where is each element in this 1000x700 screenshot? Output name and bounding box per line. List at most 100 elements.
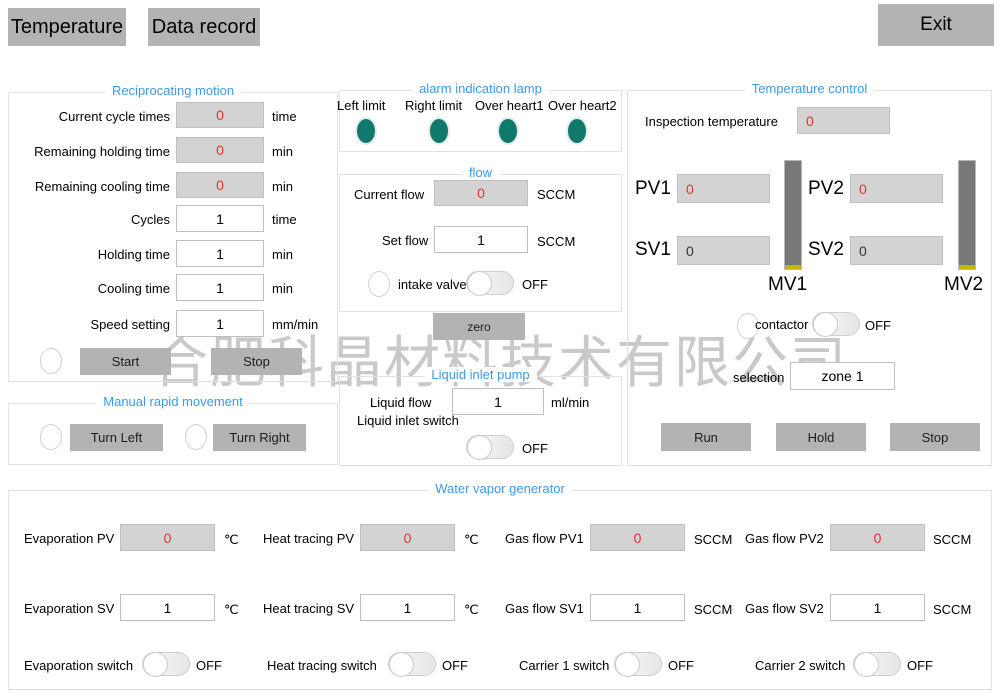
heat-tracing-sv-unit: ℃ <box>464 602 479 618</box>
mv1-bar-gauge <box>784 160 802 270</box>
reciprocating-motion-title: Reciprocating motion <box>105 83 241 98</box>
intake-valve-toggle[interactable] <box>466 271 514 295</box>
cycles-input[interactable]: 1 <box>176 205 264 232</box>
carrier1-switch-state: OFF <box>668 658 694 673</box>
evaporation-switch-state: OFF <box>196 658 222 673</box>
remaining-cooling-time-unit: min <box>272 179 293 194</box>
heat-tracing-switch-label: Heat tracing switch <box>267 658 377 673</box>
temp-stop-button[interactable]: Stop <box>890 423 980 451</box>
speed-setting-label: Speed setting <box>20 317 170 332</box>
intake-valve-indicator-lamp <box>368 271 390 297</box>
remaining-holding-time-label: Remaining holding time <box>10 144 170 159</box>
turn-right-button[interactable]: Turn Right <box>213 424 306 451</box>
cooling-time-input[interactable]: 1 <box>176 274 264 301</box>
pv2-label: PV2 <box>808 178 844 200</box>
heat-tracing-switch-toggle[interactable] <box>388 652 436 676</box>
reciprocating-motion-panel: Reciprocating motion <box>8 92 338 382</box>
zero-button[interactable]: zero <box>433 313 525 340</box>
heat-tracing-switch-state: OFF <box>442 658 468 673</box>
temperature-control-title: Temperature control <box>745 81 875 96</box>
current-cycle-times-label: Current cycle times <box>20 109 170 124</box>
alarm-lamp-over-heart1 <box>497 117 519 145</box>
selection-dropdown[interactable]: zone 1 <box>790 362 895 390</box>
holding-time-unit: min <box>272 247 293 262</box>
set-flow-input[interactable]: 1 <box>434 226 528 253</box>
pv1-label: PV1 <box>635 178 671 200</box>
evaporation-sv-input[interactable]: 1 <box>120 594 215 621</box>
carrier2-switch-label: Carrier 2 switch <box>755 658 845 673</box>
turn-left-button[interactable]: Turn Left <box>70 424 163 451</box>
current-cycle-times-value: 0 <box>176 102 264 128</box>
alarm-label-right-limit: Right limit <box>405 98 462 113</box>
gas-flow-pv1-value: 0 <box>590 524 685 551</box>
heat-tracing-pv-unit: ℃ <box>464 532 479 548</box>
exit-button[interactable]: Exit <box>878 4 994 46</box>
heat-tracing-pv-label: Heat tracing PV <box>263 531 354 546</box>
tab-temperature[interactable]: Temperature <box>8 8 126 46</box>
application-window: 合肥科晶材料技术有限公司 Temperature Data record Exi… <box>0 0 1000 700</box>
alarm-label-left-limit: Left limit <box>337 98 385 113</box>
temperature-control-panel: Temperature control <box>627 90 992 466</box>
liquid-flow-unit: ml/min <box>551 395 589 410</box>
gas-flow-pv1-unit: SCCM <box>694 532 732 547</box>
carrier2-switch-toggle[interactable] <box>853 652 901 676</box>
gas-flow-sv2-unit: SCCM <box>933 602 971 617</box>
holding-time-input[interactable]: 1 <box>176 240 264 267</box>
gas-flow-pv1-label: Gas flow PV1 <box>505 531 584 546</box>
gas-flow-sv2-input[interactable]: 1 <box>830 594 925 621</box>
liquid-flow-input[interactable]: 1 <box>452 388 544 415</box>
evaporation-pv-unit: ℃ <box>224 532 239 548</box>
turn-right-indicator-lamp <box>185 424 207 450</box>
evaporation-pv-label: Evaporation PV <box>24 531 114 546</box>
intake-valve-state: OFF <box>522 277 548 292</box>
mv2-label: MV2 <box>944 274 983 296</box>
speed-setting-input[interactable]: 1 <box>176 310 264 337</box>
contactor-toggle[interactable] <box>812 312 860 336</box>
gas-flow-sv2-label: Gas flow SV2 <box>745 601 824 616</box>
gas-flow-sv1-input[interactable]: 1 <box>590 594 685 621</box>
set-flow-label: Set flow <box>382 233 428 248</box>
sv2-value: 0 <box>850 236 943 265</box>
sv2-label: SV2 <box>808 239 844 261</box>
carrier2-switch-state: OFF <box>907 658 933 673</box>
liquid-inlet-switch-toggle[interactable] <box>466 435 514 459</box>
run-button[interactable]: Run <box>661 423 751 451</box>
tab-data-record[interactable]: Data record <box>148 8 260 46</box>
selection-label: selection <box>733 370 784 385</box>
gas-flow-pv2-label: Gas flow PV2 <box>745 531 824 546</box>
contactor-label: contactor <box>755 317 808 332</box>
liquid-inlet-switch-label: Liquid inlet switch <box>357 413 459 428</box>
gas-flow-sv1-unit: SCCM <box>694 602 732 617</box>
start-button[interactable]: Start <box>80 348 171 375</box>
hold-button[interactable]: Hold <box>776 423 866 451</box>
carrier1-switch-label: Carrier 1 switch <box>519 658 609 673</box>
remaining-cooling-time-label: Remaining cooling time <box>10 179 170 194</box>
evaporation-switch-label: Evaporation switch <box>24 658 133 673</box>
pv1-value: 0 <box>677 174 770 203</box>
alarm-indication-lamp-title: alarm indication lamp <box>412 81 549 96</box>
remaining-holding-time-unit: min <box>272 144 293 159</box>
alarm-lamp-right-limit <box>428 117 450 145</box>
contactor-state: OFF <box>865 318 891 333</box>
current-flow-label: Current flow <box>354 187 424 202</box>
carrier1-switch-toggle[interactable] <box>614 652 662 676</box>
inspection-temperature-label: Inspection temperature <box>645 114 778 129</box>
alarm-label-over-heart2: Over heart2 <box>548 98 617 113</box>
current-flow-value: 0 <box>434 180 528 206</box>
remaining-holding-time-value: 0 <box>176 137 264 163</box>
gas-flow-pv2-value: 0 <box>830 524 925 551</box>
heat-tracing-sv-input[interactable]: 1 <box>360 594 455 621</box>
stop-button[interactable]: Stop <box>211 348 302 375</box>
pv2-value: 0 <box>850 174 943 203</box>
evaporation-switch-toggle[interactable] <box>142 652 190 676</box>
sv1-label: SV1 <box>635 239 671 261</box>
liquid-inlet-switch-state: OFF <box>522 441 548 456</box>
evaporation-sv-unit: ℃ <box>224 602 239 618</box>
heat-tracing-pv-value: 0 <box>360 524 455 551</box>
current-flow-unit: SCCM <box>537 187 575 202</box>
alarm-lamp-over-heart2 <box>566 117 588 145</box>
heat-tracing-sv-label: Heat tracing SV <box>263 601 354 616</box>
manual-rapid-movement-title: Manual rapid movement <box>96 394 249 409</box>
cooling-time-unit: min <box>272 281 293 296</box>
start-indicator-lamp <box>40 348 62 374</box>
